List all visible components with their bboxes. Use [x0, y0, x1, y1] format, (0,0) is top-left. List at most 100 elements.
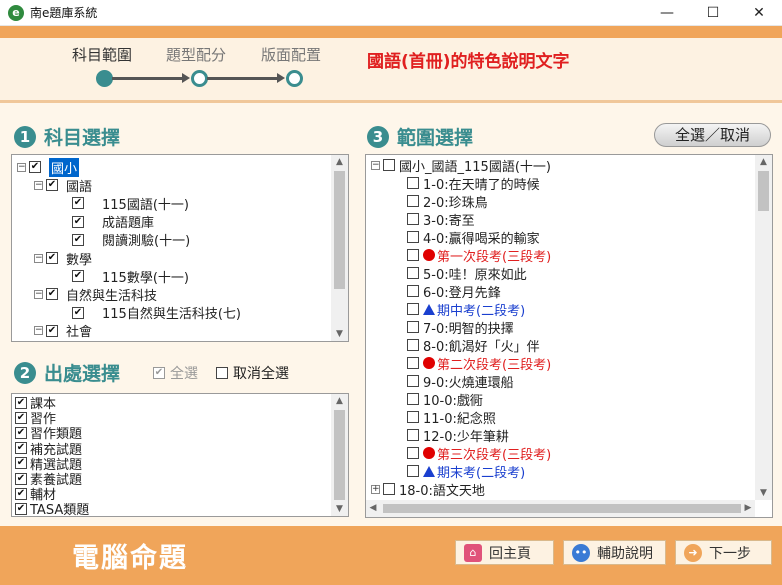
close-button[interactable]: ✕: [736, 0, 782, 26]
range-item[interactable]: 2-0:珍珠鳥: [407, 192, 488, 211]
range-item[interactable]: − 國小_國語_115國語(十一): [371, 156, 551, 175]
tree-item[interactable]: − ✔ 社會: [34, 322, 92, 340]
range-checkbox[interactable]: [407, 447, 419, 459]
tree-checkbox[interactable]: ✔: [46, 324, 58, 337]
range-item[interactable]: 7-0:明智的抉擇: [407, 318, 514, 337]
scroll-up-icon[interactable]: ▲: [755, 155, 772, 169]
source-checkbox[interactable]: ✔: [15, 457, 27, 470]
range-item[interactable]: 1-0:在天晴了的時候: [407, 174, 540, 193]
range-item[interactable]: 3-0:寄至: [407, 210, 475, 229]
source-item[interactable]: ✔ TASA類題: [15, 501, 89, 516]
tree-item[interactable]: ✔ 115數學(十一): [72, 267, 189, 286]
tree-item[interactable]: ✔ 115國語(十一): [72, 194, 189, 213]
range-item[interactable]: +18-0:語文天地: [371, 480, 485, 499]
source-checkbox[interactable]: ✔: [15, 396, 27, 409]
range-item[interactable]: 期末考(二段考): [407, 462, 525, 481]
scroll-up-icon[interactable]: ▲: [331, 394, 348, 408]
next-button[interactable]: ➜ 下一步: [675, 540, 772, 565]
range-checkbox[interactable]: [407, 177, 419, 189]
tree-checkbox[interactable]: ✔: [46, 179, 58, 192]
tree-checkbox[interactable]: ✔: [72, 233, 84, 246]
range-item[interactable]: 第二次段考(三段考): [407, 354, 551, 373]
tree-checkbox[interactable]: ✔: [72, 215, 84, 228]
subject-tree[interactable]: − ✔ 國小 − ✔ 國語 ✔ 115國語(十一) ✔ 成語題庫 ✔ 閱讀測驗(十一) − ✔ 數學 ✔ 115…: [11, 154, 349, 342]
tree-checkbox[interactable]: ✔: [72, 197, 84, 210]
tree-expander-icon[interactable]: −: [34, 289, 43, 299]
tree-expander-icon[interactable]: −: [34, 180, 43, 190]
tree-item[interactable]: − ✔ 國語: [34, 176, 92, 195]
range-item[interactable]: 10-0:戲衕: [407, 390, 483, 409]
range-checkbox[interactable]: [407, 303, 419, 315]
tree-item[interactable]: ✔ 115自然與生活科技(七): [72, 304, 241, 322]
range-checkbox[interactable]: [407, 429, 419, 441]
range-item[interactable]: 第三次段考(三段考): [407, 444, 551, 463]
range-item[interactable]: 5-0:哇！原來如此: [407, 264, 527, 283]
source-checkbox[interactable]: ✔: [15, 487, 27, 500]
range-checkbox[interactable]: [407, 231, 419, 243]
range-item[interactable]: 12-0:少年筆耕: [407, 426, 509, 445]
tree-expander-icon[interactable]: +: [371, 484, 380, 494]
range-tree-scrollbar[interactable]: ▲ ▼: [755, 155, 772, 500]
tree-item[interactable]: − ✔ 自然與生活科技: [34, 285, 157, 304]
range-checkbox[interactable]: [407, 357, 419, 369]
tree-item[interactable]: ✔ 閱讀測驗(十一): [72, 231, 190, 249]
range-item[interactable]: 8-0:飢渴好「火」伴: [407, 336, 540, 355]
range-checkbox[interactable]: [407, 213, 419, 225]
tree-checkbox[interactable]: ✔: [46, 252, 58, 264]
range-checkbox[interactable]: [407, 411, 419, 423]
tree-item[interactable]: − ✔ 數學: [34, 249, 92, 268]
range-checkbox[interactable]: [407, 393, 419, 405]
range-checkbox[interactable]: [383, 159, 395, 171]
source-checkbox[interactable]: ✔: [15, 442, 27, 455]
tree-checkbox[interactable]: ✔: [72, 306, 84, 319]
tree-checkbox[interactable]: ✔: [29, 161, 41, 173]
minimize-button[interactable]: —: [644, 0, 690, 26]
scroll-down-icon[interactable]: ▼: [331, 327, 348, 341]
range-checkbox[interactable]: [407, 465, 419, 477]
select-all-checkbox[interactable]: ✔: [153, 367, 165, 379]
source-checkbox[interactable]: ✔: [15, 472, 27, 485]
subject-tree-scrollbar[interactable]: ▲ ▼: [331, 155, 348, 341]
tree-checkbox[interactable]: ✔: [72, 270, 84, 283]
range-checkbox[interactable]: [407, 321, 419, 333]
deselect-all-checkbox[interactable]: [216, 367, 228, 379]
source-checkbox[interactable]: ✔: [15, 502, 27, 515]
range-checkbox[interactable]: [407, 339, 419, 351]
scroll-thumb[interactable]: [758, 171, 769, 211]
home-button[interactable]: ⌂ 回主頁: [455, 540, 554, 565]
source-list[interactable]: ✔ 課本 ✔ 習作 ✔ 習作類題 ✔ 補充試題 ✔ 精選試題 ✔ 素養試題 ✔ 輔材 ✔ TASA類題 ▲ ▼: [11, 393, 349, 517]
source-select-all[interactable]: ✔ 全選: [153, 363, 198, 383]
scroll-thumb[interactable]: [334, 410, 345, 500]
maximize-button[interactable]: ☐: [690, 0, 736, 26]
tree-expander-icon[interactable]: −: [17, 162, 26, 172]
tree-expander-icon[interactable]: −: [371, 160, 380, 170]
scroll-up-icon[interactable]: ▲: [331, 155, 348, 169]
scroll-down-icon[interactable]: ▼: [755, 486, 772, 500]
scroll-right-icon[interactable]: ▶: [741, 500, 755, 517]
range-checkbox[interactable]: [407, 267, 419, 279]
scroll-down-icon[interactable]: ▼: [331, 502, 348, 516]
range-item[interactable]: 期中考(二段考): [407, 300, 525, 319]
range-item[interactable]: 11-0:紀念照: [407, 408, 496, 427]
source-list-scrollbar[interactable]: ▲ ▼: [331, 394, 348, 516]
range-checkbox[interactable]: [407, 285, 419, 297]
hscroll-thumb[interactable]: [383, 504, 741, 513]
tree-checkbox[interactable]: ✔: [46, 288, 58, 301]
source-checkbox[interactable]: ✔: [15, 411, 27, 424]
range-checkbox[interactable]: [407, 249, 419, 261]
range-checkbox[interactable]: [407, 375, 419, 387]
range-item[interactable]: 6-0:登月先鋒: [407, 282, 501, 301]
source-checkbox[interactable]: ✔: [15, 426, 27, 439]
tree-item[interactable]: ✔115社會(七): [72, 340, 176, 341]
tree-item[interactable]: ✔ 成語題庫: [72, 213, 154, 231]
select-all-toggle-button[interactable]: 全選／取消: [654, 123, 771, 147]
range-item[interactable]: 4-0:贏得喝采的輸家: [407, 228, 540, 247]
tree-expander-icon[interactable]: −: [34, 326, 43, 336]
source-deselect-all[interactable]: 取消全選: [216, 363, 289, 383]
range-tree-hscrollbar[interactable]: ◀ ▶: [366, 500, 755, 517]
tree-item[interactable]: − ✔ 國小: [17, 157, 80, 177]
range-tree[interactable]: − 國小_國語_115國語(十一) 1-0:在天晴了的時候 2-0:珍珠鳥 3-0:寄至…: [365, 154, 773, 518]
scroll-left-icon[interactable]: ◀: [366, 500, 380, 517]
range-item[interactable]: 9-0:火燒連環船: [407, 372, 514, 391]
help-button[interactable]: •• 輔助說明: [563, 540, 666, 565]
